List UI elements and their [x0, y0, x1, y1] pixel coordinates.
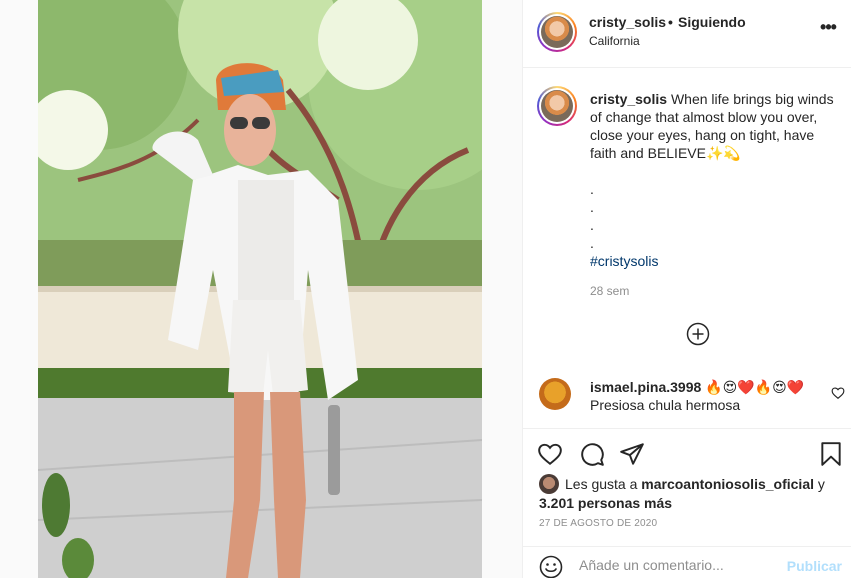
- caption-dot: .: [590, 217, 594, 233]
- commenter-avatar[interactable]: [539, 378, 571, 410]
- post-date[interactable]: 27 DE AGOSTO DE 2020: [539, 518, 657, 529]
- post-side-panel: cristy_solis • Siguiendo California ••• …: [522, 0, 851, 578]
- separator-dot: •: [668, 14, 673, 30]
- comment-like-heart-icon[interactable]: [831, 386, 845, 400]
- caption-dots: . . . .: [590, 180, 840, 252]
- add-comment-bar: Publicar: [523, 546, 851, 578]
- location-link[interactable]: California: [589, 34, 640, 48]
- post-photo[interactable]: [38, 0, 482, 578]
- comment-text: Presiosa chula hermosa: [590, 397, 741, 413]
- author-username[interactable]: cristy_solis: [589, 14, 666, 30]
- send-icon[interactable]: [619, 441, 645, 467]
- post-media-pane: [0, 0, 522, 578]
- publish-button[interactable]: Publicar: [787, 558, 842, 574]
- smiley-icon[interactable]: [539, 555, 563, 578]
- comment-emojis: 🔥😍❤️🔥😍❤️: [705, 379, 805, 395]
- caption-username[interactable]: cristy_solis: [590, 91, 667, 107]
- more-horizontal-icon[interactable]: •••: [818, 18, 838, 42]
- caption-time[interactable]: 28 sem: [590, 284, 629, 298]
- caption-dot: .: [590, 199, 594, 215]
- caption-author-avatar[interactable]: [537, 86, 577, 126]
- plus-circle-icon[interactable]: [686, 322, 710, 346]
- comment-input[interactable]: [579, 557, 779, 573]
- follow-status-button[interactable]: Siguiendo: [678, 14, 746, 30]
- likes-count-link[interactable]: 3.201 personas más: [539, 495, 672, 511]
- comment-icon[interactable]: [579, 441, 605, 467]
- likes-conjunction: y: [817, 476, 825, 492]
- bookmark-icon[interactable]: [818, 441, 844, 467]
- heart-icon[interactable]: [537, 441, 563, 467]
- author-avatar[interactable]: [537, 12, 577, 52]
- photo-illustration: [38, 0, 482, 578]
- liker-avatar[interactable]: [539, 474, 559, 494]
- caption-dot: .: [590, 235, 594, 251]
- post-header: cristy_solis • Siguiendo California •••: [523, 0, 851, 68]
- likes-summary: Les gusta a marcoantoniosolis_oficial y …: [539, 474, 839, 512]
- comment-username[interactable]: ismael.pina.3998: [590, 379, 701, 395]
- post-caption: cristy_solis When life brings big winds …: [590, 90, 840, 270]
- action-bar: [523, 428, 851, 476]
- caption-dot: .: [590, 181, 594, 197]
- hashtag-link[interactable]: #cristysolis: [590, 252, 840, 270]
- liker-username[interactable]: marcoantoniosolis_oficial: [641, 476, 814, 492]
- likes-prefix: Les gusta a: [565, 476, 638, 492]
- comment-item: ismael.pina.3998 🔥😍❤️🔥😍❤️ Presiosa chula…: [590, 378, 820, 414]
